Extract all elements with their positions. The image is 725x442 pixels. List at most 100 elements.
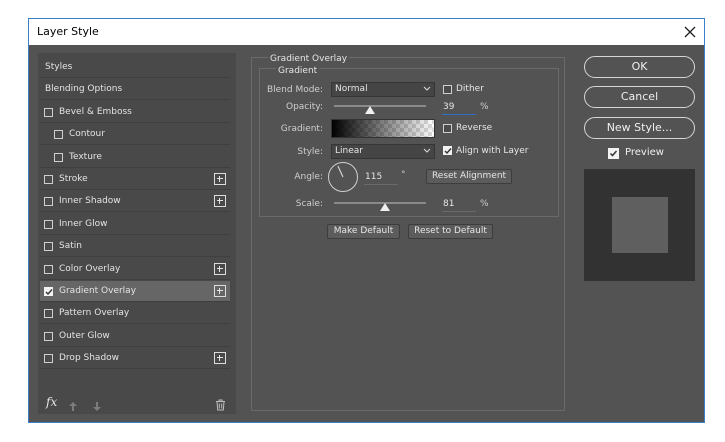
angle-dial[interactable] [328, 162, 358, 192]
angle-label: Angle: [294, 172, 323, 182]
style-item-label: Contour [69, 129, 105, 140]
blend-mode-select[interactable]: Normal [331, 82, 435, 97]
add-style-plus-icon[interactable] [214, 173, 226, 185]
move-down-button[interactable] [92, 397, 102, 416]
blend-mode-label: Blend Mode: [266, 85, 323, 95]
layer-style-dialog: Layer Style Styles Blending Options Bevel … [28, 18, 705, 423]
add-style-plus-icon[interactable] [214, 285, 226, 297]
style-item-contour[interactable]: Contour [40, 124, 230, 146]
scale-value[interactable]: 81 [443, 199, 454, 209]
style-item-checkbox[interactable] [44, 264, 53, 274]
add-style-plus-icon[interactable] [214, 262, 226, 275]
style-item-checkbox[interactable] [44, 219, 53, 229]
style-item-checkbox[interactable] [44, 354, 53, 364]
align-with-layer-checkbox[interactable] [443, 146, 452, 155]
style-item-checkbox[interactable] [54, 152, 63, 162]
make-default-button[interactable]: Make Default [327, 224, 400, 239]
scale-field-underline [442, 211, 476, 212]
style-item-inner-glow[interactable]: Inner Glow [40, 214, 230, 235]
style-item-label: Satin [59, 241, 82, 252]
check-icon [444, 148, 452, 155]
style-item-checkbox[interactable] [54, 130, 63, 140]
style-item-label: Drop Shadow [59, 353, 120, 364]
align-with-layer-label: Align with Layer [456, 146, 529, 156]
style-item-checkbox[interactable] [44, 287, 53, 296]
style-item-checkbox[interactable] [44, 175, 53, 184]
style-item-label: Inner Glow [59, 218, 108, 229]
style-item-bevel-emboss[interactable]: Bevel & Emboss [40, 102, 230, 123]
style-item-label: Stroke [59, 174, 88, 184]
style-item-stroke[interactable]: Stroke [40, 169, 230, 190]
chevron-down-icon [426, 126, 434, 131]
style-item-label: Styles [45, 62, 73, 72]
style-item-color-overlay[interactable]: Color Overlay [40, 259, 230, 280]
dialog-title: Layer Style [37, 25, 99, 38]
check-icon [609, 150, 618, 157]
style-item-checkbox[interactable] [44, 107, 53, 117]
arrow-up-icon [69, 402, 77, 411]
angle-field-underline [364, 184, 398, 185]
style-item-inner-shadow[interactable]: Inner Shadow [40, 191, 230, 213]
close-button[interactable] [679, 21, 701, 43]
ok-button[interactable]: OK [584, 56, 695, 78]
scale-unit: % [480, 199, 489, 209]
title-bar: Layer Style [29, 19, 704, 45]
style-item-gradient-overlay[interactable]: Gradient Overlay [40, 281, 230, 302]
opacity-value[interactable]: 39 [443, 102, 454, 112]
opacity-field-underline [442, 114, 476, 115]
style-item-label: Pattern Overlay [59, 308, 130, 319]
chevron-down-icon [423, 86, 431, 91]
move-up-button[interactable] [68, 397, 78, 416]
gradient-picker[interactable] [331, 119, 435, 138]
reset-to-default-button[interactable]: Reset to Default [408, 224, 493, 239]
style-item-label: Outer Glow [59, 330, 110, 341]
style-item-checkbox[interactable] [44, 309, 53, 319]
fx-button[interactable]: fx [46, 395, 57, 409]
close-icon [684, 26, 696, 38]
opacity-slider-track[interactable] [334, 105, 426, 107]
style-item-satin[interactable]: Satin [40, 236, 230, 258]
angle-dial-needle [337, 165, 344, 178]
style-item-checkbox[interactable] [44, 331, 53, 341]
reverse-checkbox[interactable] [443, 124, 452, 133]
style-label: Style: [297, 147, 323, 157]
scale-label: Scale: [295, 199, 323, 209]
dither-label: Dither [456, 84, 484, 94]
style-item-pattern-overlay[interactable]: Pattern Overlay [40, 303, 230, 325]
style-item-label: Gradient Overlay [59, 286, 137, 296]
arrow-down-icon [93, 402, 101, 411]
cancel-button[interactable]: Cancel [584, 86, 695, 108]
add-style-plus-icon[interactable] [214, 195, 226, 208]
style-item-styles[interactable]: Styles [40, 57, 230, 78]
gradient-subgroup-title: Gradient [276, 66, 320, 76]
preview-checkbox[interactable] [608, 148, 619, 159]
preview-label: Preview [625, 147, 664, 158]
style-item-checkbox[interactable] [44, 197, 53, 207]
angle-unit: ° [401, 170, 406, 180]
opacity-slider-thumb[interactable] [364, 106, 375, 114]
angle-value[interactable]: 115 [365, 172, 382, 182]
style-select[interactable]: Linear [331, 144, 435, 159]
check-icon [45, 289, 53, 296]
reverse-label: Reverse [456, 123, 493, 133]
style-item-texture[interactable]: Texture [40, 147, 230, 168]
delete-button[interactable] [215, 396, 226, 415]
add-style-plus-icon[interactable] [214, 352, 226, 365]
style-item-label: Color Overlay [59, 263, 121, 274]
opacity-label: Opacity: [286, 102, 323, 112]
style-item-drop-shadow[interactable]: Drop Shadow [40, 348, 230, 370]
styles-panel: Styles Blending Options Bevel & Emboss Cont… [38, 53, 236, 414]
style-item-outer-glow[interactable]: Outer Glow [40, 326, 230, 347]
style-item-label: Blending Options [45, 84, 123, 95]
style-preview-swatch [612, 197, 668, 253]
blend-mode-value: Normal [335, 84, 368, 94]
style-value: Linear [335, 146, 363, 156]
dither-checkbox[interactable] [443, 85, 452, 94]
style-item-checkbox[interactable] [44, 242, 53, 252]
style-item-blending-options[interactable]: Blending Options [40, 79, 230, 101]
new-style-button[interactable]: New Style... [584, 117, 695, 139]
reset-alignment-button[interactable]: Reset Alignment [426, 169, 512, 184]
gradient-label: Gradient: [280, 124, 323, 134]
style-item-label: Texture [69, 151, 102, 162]
scale-slider-thumb[interactable] [379, 203, 390, 211]
